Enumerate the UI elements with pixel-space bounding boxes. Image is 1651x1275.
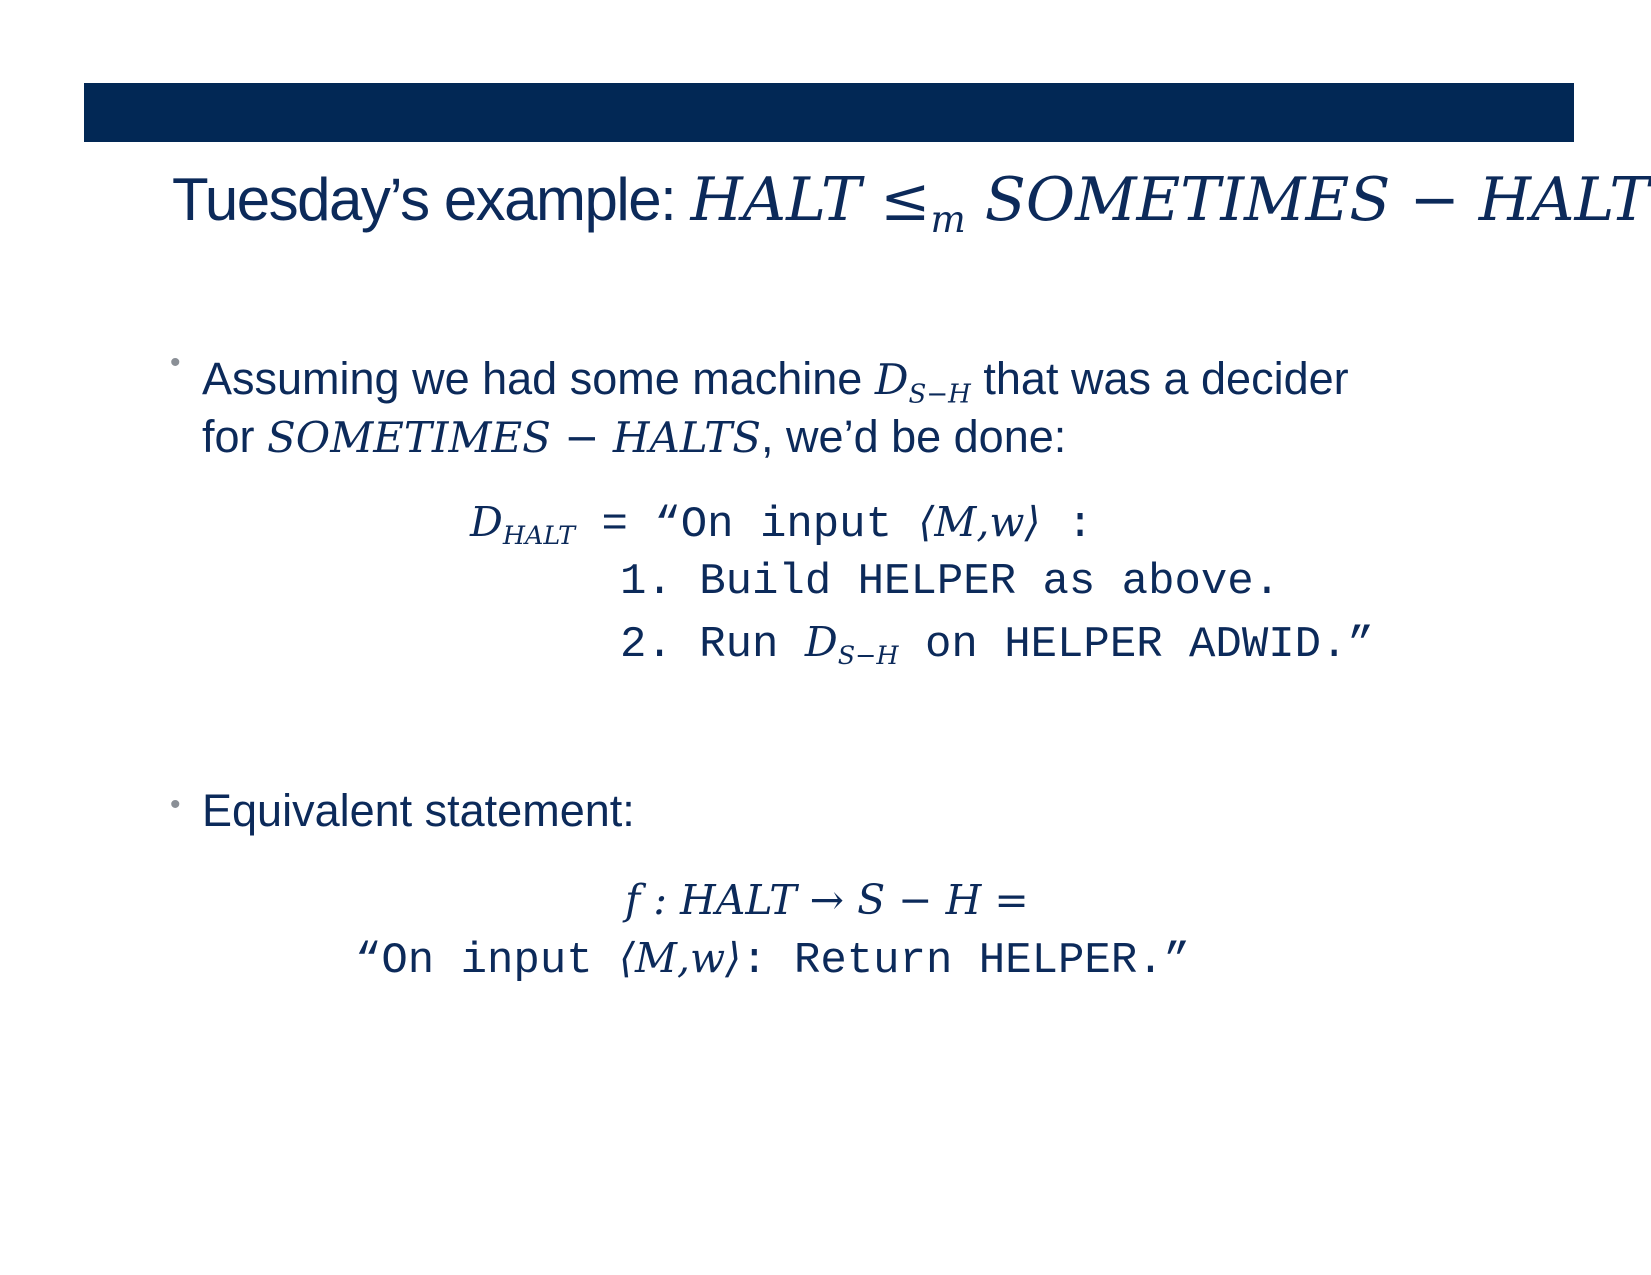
function-line-1: f : HALT → S − H = — [625, 876, 1029, 924]
function-line-2: “On input ⟨M,w⟩: Return HELPER.” — [355, 934, 1191, 986]
decider-step-2: 2. Run DS−H on HELPER ADWID.” — [620, 618, 1374, 671]
header-bar — [84, 83, 1574, 142]
title-math: HALT ≤m SOMETIMES − HALTS — [690, 165, 1651, 241]
bullet-dot: • — [170, 346, 181, 379]
decider-step-1: 1. Build HELPER as above. — [620, 557, 1281, 607]
bullet-1-line-1: Assuming we had some machine DS−H that w… — [202, 353, 1349, 410]
bullet-dot: • — [170, 788, 181, 821]
decider-line-1: DHALT = “On input ⟨M,w⟩ : — [470, 498, 1094, 551]
bullet-2: Equivalent statement: — [202, 785, 635, 836]
title-text: Tuesday’s example: — [172, 166, 677, 233]
slide-title: Tuesday’s example: HALT ≤m SOMETIMES − H… — [172, 164, 1651, 241]
bullet-1-line-2: for SOMETIMES − HALTS, we’d be done: — [202, 411, 1067, 462]
